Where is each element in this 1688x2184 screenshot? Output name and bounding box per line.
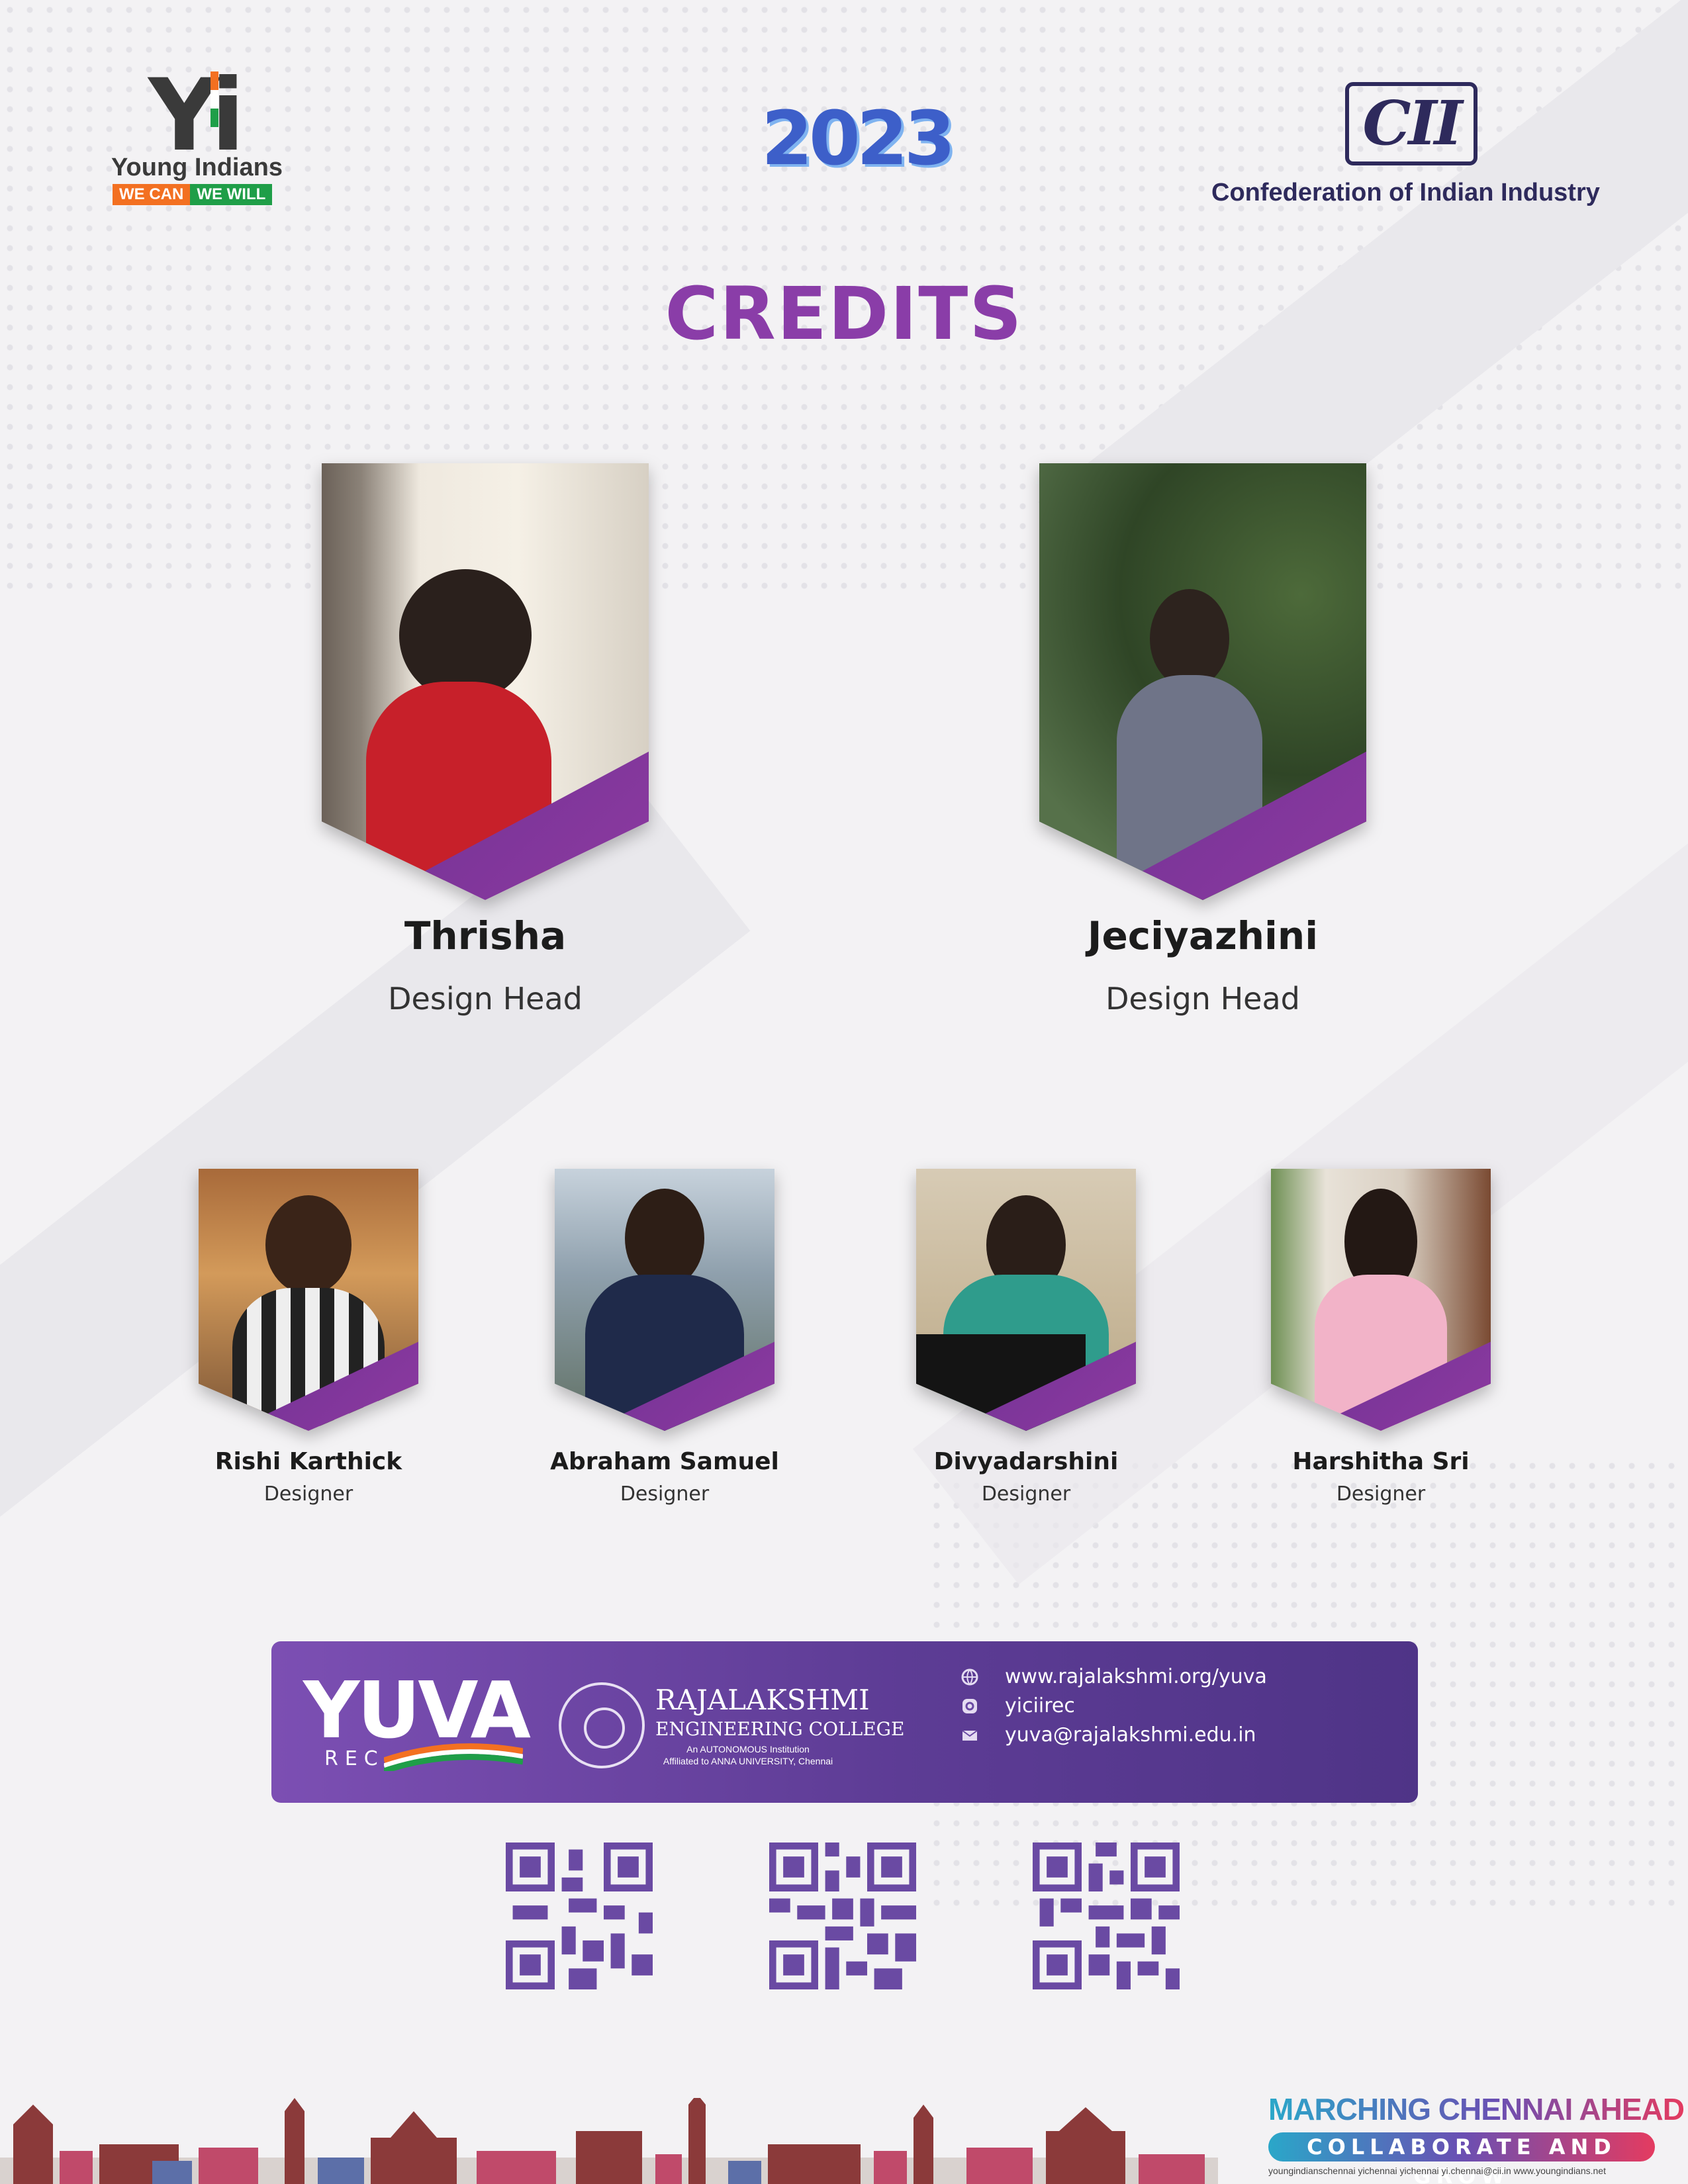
head-role: Design Head xyxy=(1105,981,1300,1017)
qr-code-icon xyxy=(1033,1843,1180,1989)
website-text[interactable]: www.rajalakshmi.org/yuva xyxy=(1005,1665,1267,1688)
person-silhouette xyxy=(1150,589,1229,688)
yi-logo-mark: Yi xyxy=(148,58,245,173)
college-affiliation: An AUTONOMOUS Institution Affiliated to … xyxy=(655,1743,841,1767)
college-affiliation-line: Affiliated to ANNA UNIVERSITY, Chennai xyxy=(663,1756,833,1766)
person-silhouette xyxy=(625,1189,704,1288)
marching-chennai-ahead-logo: MARCHING CHENNAI AHEAD COLLABORATE AND G… xyxy=(1268,2091,1685,2184)
portrait-thrisha xyxy=(322,463,649,900)
page-title: CREDITS xyxy=(665,271,1023,356)
qr-code-icon xyxy=(769,1843,916,1989)
college-affiliation-line: An AUTONOMOUS Institution xyxy=(686,1744,810,1754)
email-text[interactable]: yuva@rajalakshmi.edu.in xyxy=(1005,1723,1256,1747)
yi-tag-left: WE CAN xyxy=(113,184,191,205)
yi-tag-right: WE WILL xyxy=(190,184,273,205)
designer-role: Designer xyxy=(981,1482,1071,1506)
designer-role: Designer xyxy=(1336,1482,1426,1506)
contact-website[interactable]: www.rajalakshmi.org/yuva xyxy=(960,1665,1267,1688)
person-silhouette xyxy=(265,1195,352,1295)
cii-logo: CII Confederation of Indian Industry xyxy=(1198,82,1622,214)
instagram-icon xyxy=(960,1696,980,1716)
portrait-rishi-karthick xyxy=(199,1169,418,1431)
yuva-logo: YUVA xyxy=(303,1664,531,1756)
portrait-divyadarshini xyxy=(916,1169,1136,1431)
marching-chennai-ahead-text: MARCHING CHENNAI AHEAD xyxy=(1268,2092,1685,2126)
yi-tricolor-bar xyxy=(211,71,218,128)
designer-role: Designer xyxy=(263,1482,353,1506)
designer-role: Designer xyxy=(620,1482,710,1506)
sponsor-banner: YUVA REC RAJALAKSHMI ENGINEERING COLLEGE… xyxy=(271,1641,1418,1803)
portrait-harshitha-sri xyxy=(1271,1169,1491,1431)
contact-email[interactable]: yuva@rajalakshmi.edu.in xyxy=(960,1723,1256,1747)
head-role: Design Head xyxy=(388,981,583,1017)
year-logo: 2023 xyxy=(761,96,956,182)
college-subtitle: ENGINEERING COLLEGE xyxy=(655,1718,905,1740)
college-emblem-icon xyxy=(559,1682,645,1768)
qr-code-email[interactable] xyxy=(1033,1843,1180,1989)
head-name: Thrisha xyxy=(404,913,567,958)
globe-icon xyxy=(960,1667,980,1687)
mail-icon xyxy=(960,1725,980,1745)
social-handles: youngindianschennai yichennai yichennai … xyxy=(1268,2165,1606,2176)
college-name: RAJALAKSHMI xyxy=(655,1684,870,1716)
qr-code-instagram[interactable] xyxy=(769,1843,916,1989)
qr-code-website[interactable] xyxy=(506,1843,653,1989)
portrait-jeciyazhini xyxy=(1039,463,1366,900)
yi-logo-name: Young Indians xyxy=(111,154,283,181)
cii-logo-mark: CII xyxy=(1345,82,1477,165)
portrait-abraham-samuel xyxy=(555,1169,774,1431)
cii-logo-name: Confederation of Indian Industry xyxy=(1211,179,1600,206)
qr-code-icon xyxy=(506,1843,653,1989)
collaborate-and-grow-text: COLLABORATE AND GROW xyxy=(1268,2132,1655,2184)
contact-instagram[interactable]: yiciirec xyxy=(960,1694,1075,1717)
designer-name: Rishi Karthick xyxy=(214,1448,402,1475)
young-indians-logo: Yi Young Indians WE CAN WE WILL xyxy=(111,66,283,212)
instagram-text[interactable]: yiciirec xyxy=(1005,1694,1075,1717)
designer-name: Divyadarshini xyxy=(933,1448,1119,1475)
yuva-logo-sub: REC xyxy=(324,1747,385,1770)
designer-name: Harshitha Sri xyxy=(1292,1448,1470,1475)
head-name: Jeciyazhini xyxy=(1087,913,1319,958)
chennai-skyline-illustration xyxy=(0,2098,1218,2184)
yi-logo-tagline: WE CAN WE WILL xyxy=(113,184,273,205)
designer-name: Abraham Samuel xyxy=(550,1448,779,1475)
tricolor-swoosh-icon xyxy=(384,1743,523,1771)
